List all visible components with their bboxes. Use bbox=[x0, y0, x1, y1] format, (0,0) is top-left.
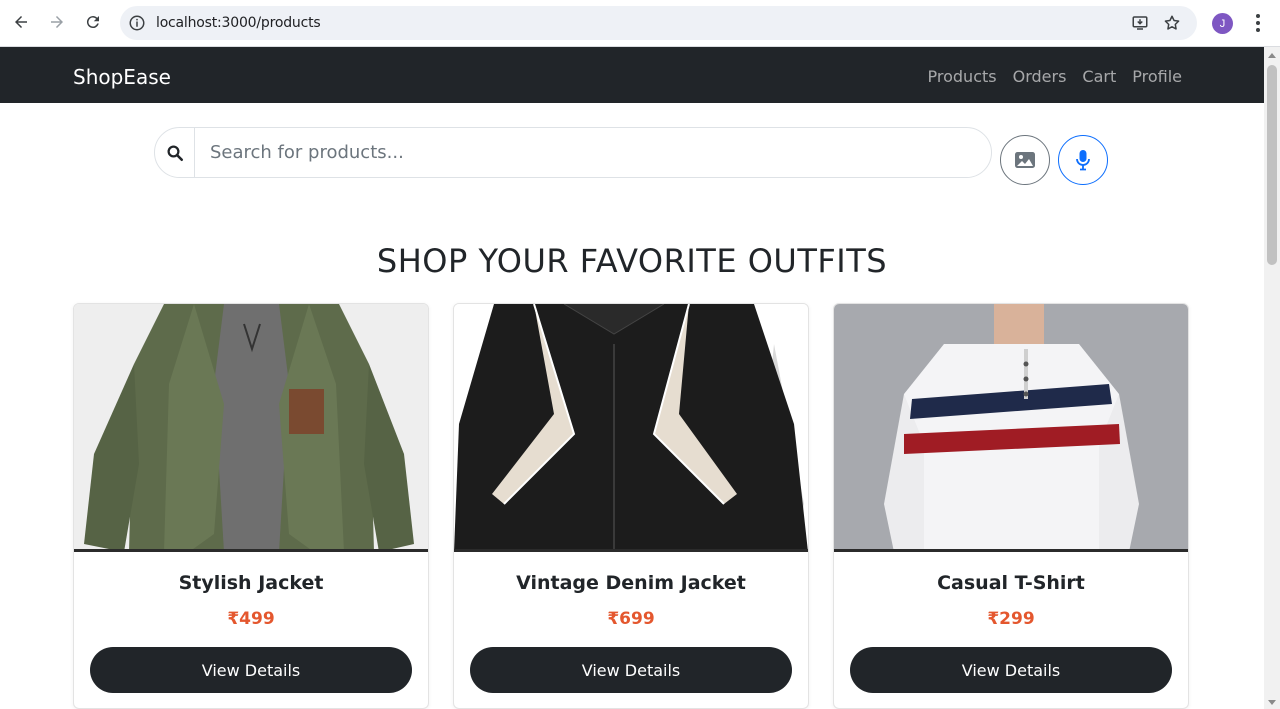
product-price: ₹699 bbox=[607, 609, 655, 629]
voice-search-button[interactable] bbox=[1058, 135, 1108, 185]
address-bar[interactable]: localhost:3000/products bbox=[120, 6, 1197, 40]
image-search-button[interactable] bbox=[1000, 135, 1050, 185]
nav-link-orders[interactable]: Orders bbox=[1013, 67, 1067, 86]
search-input[interactable] bbox=[196, 128, 986, 177]
more-menu-icon[interactable] bbox=[1249, 13, 1267, 33]
product-name: Vintage Denim Jacket bbox=[516, 572, 746, 594]
product-price: ₹499 bbox=[227, 609, 275, 629]
install-app-icon[interactable] bbox=[1131, 14, 1149, 32]
view-details-button[interactable]: View Details bbox=[470, 647, 792, 693]
url-text[interactable]: localhost:3000/products bbox=[156, 15, 321, 31]
site-info-icon[interactable] bbox=[128, 14, 146, 32]
product-name: Stylish Jacket bbox=[178, 572, 324, 594]
nav-links: Products Orders Cart Profile bbox=[928, 67, 1182, 86]
product-image[interactable] bbox=[454, 304, 808, 552]
view-details-button[interactable]: View Details bbox=[850, 647, 1172, 693]
search-bar bbox=[154, 127, 992, 178]
product-card: Stylish Jacket ₹499 View Details bbox=[73, 303, 429, 709]
reload-button[interactable] bbox=[80, 9, 106, 35]
back-button[interactable] bbox=[8, 9, 34, 35]
browser-toolbar: localhost:3000/products J bbox=[0, 0, 1280, 47]
profile-avatar[interactable]: J bbox=[1212, 13, 1233, 34]
bookmark-star-icon[interactable] bbox=[1163, 14, 1181, 32]
product-image[interactable] bbox=[834, 304, 1188, 552]
nav-link-profile[interactable]: Profile bbox=[1132, 67, 1182, 86]
nav-link-cart[interactable]: Cart bbox=[1082, 67, 1116, 86]
view-details-button[interactable]: View Details bbox=[90, 647, 412, 693]
arrow-right-icon bbox=[51, 16, 63, 28]
page-scrollbar[interactable] bbox=[1264, 47, 1280, 709]
search-icon bbox=[155, 128, 195, 177]
reload-icon bbox=[86, 16, 99, 29]
product-image[interactable] bbox=[74, 304, 428, 552]
page-title: SHOP YOUR FAVORITE OUTFITS bbox=[376, 242, 888, 280]
arrow-left-icon bbox=[15, 16, 27, 28]
app-navbar: ShopEase Products Orders Cart Profile bbox=[0, 47, 1264, 103]
forward-button[interactable] bbox=[44, 9, 70, 35]
brand-logo[interactable]: ShopEase bbox=[73, 65, 171, 89]
scroll-up-icon[interactable] bbox=[1268, 53, 1276, 58]
microphone-icon bbox=[1076, 150, 1090, 171]
scrollbar-thumb[interactable] bbox=[1267, 65, 1277, 265]
scroll-down-icon[interactable] bbox=[1268, 700, 1276, 705]
product-price: ₹299 bbox=[987, 609, 1035, 629]
image-icon bbox=[1015, 152, 1035, 168]
product-card: Casual T-Shirt ₹299 View Details bbox=[833, 303, 1189, 709]
product-name: Casual T-Shirt bbox=[937, 572, 1085, 594]
product-card: Vintage Denim Jacket ₹699 View Details bbox=[453, 303, 809, 709]
nav-link-products[interactable]: Products bbox=[928, 67, 997, 86]
